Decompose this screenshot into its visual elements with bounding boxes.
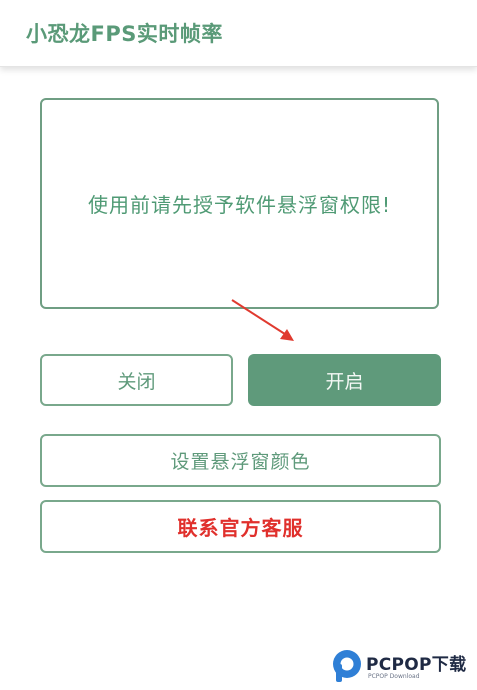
contact-support-button[interactable]: 联系官方客服 <box>40 500 441 553</box>
permission-message-box: 使用前请先授予软件悬浮窗权限! <box>40 98 439 309</box>
app-title: 小恐龙FPS实时帧率 <box>26 22 223 46</box>
pcpop-watermark: PCPOP下载 PCPOP Download <box>328 646 476 690</box>
open-button[interactable]: 开启 <box>248 354 441 406</box>
watermark-brand: PCPOP下载 <box>366 655 467 675</box>
pcpop-logo-icon <box>333 650 361 682</box>
permission-message-text: 使用前请先授予软件悬浮窗权限! <box>87 193 392 217</box>
red-arrow-icon <box>231 299 294 341</box>
app-bar: 小恐龙FPS实时帧率 <box>0 0 477 67</box>
set-float-window-color-button[interactable]: 设置悬浮窗颜色 <box>40 434 441 487</box>
watermark-subtitle: PCPOP Download <box>368 673 420 680</box>
close-button[interactable]: 关闭 <box>40 354 233 406</box>
